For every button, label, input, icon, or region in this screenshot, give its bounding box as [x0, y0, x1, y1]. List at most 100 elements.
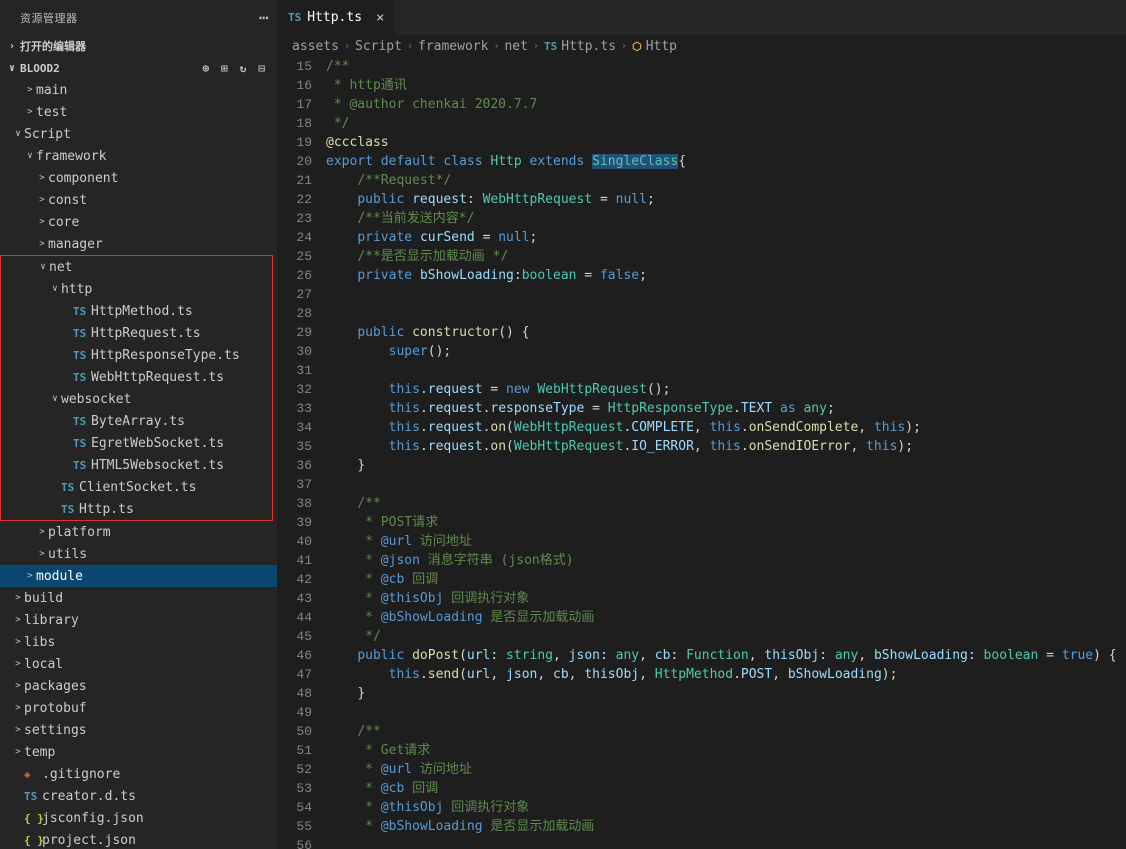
crumb[interactable]: assets: [292, 39, 339, 54]
code-line[interactable]: * POST请求: [326, 513, 1126, 532]
code-line[interactable]: * http通讯: [326, 76, 1126, 95]
folder-item[interactable]: >protobuf: [0, 697, 277, 719]
project-section-header[interactable]: ∨ BLOOD2 ⊕ ⊞ ↻ ⊟: [0, 57, 277, 79]
file-item[interactable]: >{ }jsconfig.json: [0, 807, 277, 829]
file-item[interactable]: >TScreator.d.ts: [0, 785, 277, 807]
code-line[interactable]: * @thisObj 回调执行对象: [326, 589, 1126, 608]
code-line[interactable]: [326, 285, 1126, 304]
folder-item[interactable]: ∨http: [1, 278, 272, 300]
tab-http-ts[interactable]: TS Http.ts ×: [278, 0, 395, 35]
file-item[interactable]: >TSHttpResponseType.ts: [1, 344, 272, 366]
folder-item[interactable]: >main: [0, 79, 277, 101]
more-icon[interactable]: ⋯: [259, 8, 269, 27]
code-line[interactable]: */: [326, 114, 1126, 133]
folder-item[interactable]: >local: [0, 653, 277, 675]
code-line[interactable]: this.request.responseType = HttpResponse…: [326, 399, 1126, 418]
folder-item[interactable]: >component: [0, 167, 277, 189]
folder-item[interactable]: ∨Script: [0, 123, 277, 145]
chevron-right-icon: >: [24, 571, 36, 581]
folder-item[interactable]: ∨framework: [0, 145, 277, 167]
new-file-icon[interactable]: ⊕: [203, 62, 210, 75]
collapse-icon[interactable]: ⊟: [258, 62, 265, 75]
code-line[interactable]: /**: [326, 722, 1126, 741]
file-item[interactable]: >TSWebHttpRequest.ts: [1, 366, 272, 388]
folder-item[interactable]: ∨websocket: [1, 388, 272, 410]
code-line[interactable]: [326, 475, 1126, 494]
code-line[interactable]: this.send(url, json, cb, thisObj, HttpMe…: [326, 665, 1126, 684]
code-line[interactable]: this.request.on(WebHttpRequest.COMPLETE,…: [326, 418, 1126, 437]
file-item[interactable]: >TSHttpMethod.ts: [1, 300, 272, 322]
close-icon[interactable]: ×: [376, 10, 384, 26]
code-line[interactable]: export default class Http extends Single…: [326, 152, 1126, 171]
code-line[interactable]: /**: [326, 57, 1126, 76]
tree-item-label: libs: [24, 635, 55, 650]
code-line[interactable]: this.request = new WebHttpRequest();: [326, 380, 1126, 399]
code-line[interactable]: * @bShowLoading 是否显示加载动画: [326, 817, 1126, 836]
explorer-actions: ⊕ ⊞ ↻ ⊟: [203, 62, 274, 75]
code-line[interactable]: public doPost(url: string, json: any, cb…: [326, 646, 1126, 665]
folder-item[interactable]: >settings: [0, 719, 277, 741]
code-line[interactable]: public constructor() {: [326, 323, 1126, 342]
code-line[interactable]: /**Request*/: [326, 171, 1126, 190]
line-number: 49: [278, 703, 312, 722]
open-editors-section[interactable]: › 打开的编辑器: [0, 35, 277, 57]
code-line[interactable]: this.request.on(WebHttpRequest.IO_ERROR,…: [326, 437, 1126, 456]
folder-item[interactable]: >core: [0, 211, 277, 233]
code-line[interactable]: /**: [326, 494, 1126, 513]
folder-item[interactable]: >utils: [0, 543, 277, 565]
folder-item[interactable]: >test: [0, 101, 277, 123]
code-line[interactable]: [326, 304, 1126, 323]
code-line[interactable]: private bShowLoading:boolean = false;: [326, 266, 1126, 285]
code-line[interactable]: */: [326, 627, 1126, 646]
folder-item[interactable]: >const: [0, 189, 277, 211]
crumb[interactable]: Script: [355, 39, 402, 54]
code-line[interactable]: [326, 703, 1126, 722]
code-line[interactable]: * @url 访问地址: [326, 760, 1126, 779]
folder-item[interactable]: >libs: [0, 631, 277, 653]
file-item[interactable]: >TSHttp.ts: [1, 498, 272, 520]
folder-item[interactable]: ∨net: [1, 256, 272, 278]
code-line[interactable]: public request: WebHttpRequest = null;: [326, 190, 1126, 209]
code-line[interactable]: @ccclass: [326, 133, 1126, 152]
code-line[interactable]: }: [326, 684, 1126, 703]
code-line[interactable]: * @json 消息字符串 (json格式): [326, 551, 1126, 570]
folder-item[interactable]: >packages: [0, 675, 277, 697]
code-line[interactable]: }: [326, 456, 1126, 475]
ts-icon: TS: [73, 459, 91, 472]
code-line[interactable]: * @cb 回调: [326, 570, 1126, 589]
code-line[interactable]: * @author chenkai 2020.7.7: [326, 95, 1126, 114]
code-line[interactable]: super();: [326, 342, 1126, 361]
code-line[interactable]: * @cb 回调: [326, 779, 1126, 798]
file-item[interactable]: >◈.gitignore: [0, 763, 277, 785]
code-line[interactable]: private curSend = null;: [326, 228, 1126, 247]
code-line[interactable]: * @thisObj 回调执行对象: [326, 798, 1126, 817]
file-item[interactable]: >TSEgretWebSocket.ts: [1, 432, 272, 454]
code-editor[interactable]: 1516171819202122232425262728293031323334…: [278, 57, 1126, 849]
crumb[interactable]: Http.ts: [561, 39, 616, 54]
crumb[interactable]: framework: [418, 39, 488, 54]
refresh-icon[interactable]: ↻: [240, 62, 247, 75]
new-folder-icon[interactable]: ⊞: [221, 62, 228, 75]
crumb[interactable]: net: [504, 39, 527, 54]
file-item[interactable]: >TSByteArray.ts: [1, 410, 272, 432]
file-item[interactable]: >TSHttpRequest.ts: [1, 322, 272, 344]
code-line[interactable]: * Get请求: [326, 741, 1126, 760]
code-line[interactable]: [326, 361, 1126, 380]
code-line[interactable]: /**是否显示加载动画 */: [326, 247, 1126, 266]
crumb[interactable]: Http: [646, 39, 677, 54]
folder-item[interactable]: >temp: [0, 741, 277, 763]
folder-item[interactable]: >manager: [0, 233, 277, 255]
tree-item-label: component: [48, 171, 118, 186]
folder-item[interactable]: >build: [0, 587, 277, 609]
code-line[interactable]: * @bShowLoading 是否显示加载动画: [326, 608, 1126, 627]
breadcrumbs[interactable]: assets› Script› framework› net› TSHttp.t…: [278, 35, 1126, 57]
code-line[interactable]: * @url 访问地址: [326, 532, 1126, 551]
file-item[interactable]: >TSClientSocket.ts: [1, 476, 272, 498]
file-item[interactable]: >TSHTML5Websocket.ts: [1, 454, 272, 476]
folder-item[interactable]: >library: [0, 609, 277, 631]
folder-item[interactable]: >platform: [0, 521, 277, 543]
file-item[interactable]: >{ }project.json: [0, 829, 277, 849]
code-line[interactable]: /**当前发送内容*/: [326, 209, 1126, 228]
code-content[interactable]: /** * http通讯 * @author chenkai 2020.7.7 …: [326, 57, 1126, 849]
folder-item[interactable]: >module: [0, 565, 277, 587]
